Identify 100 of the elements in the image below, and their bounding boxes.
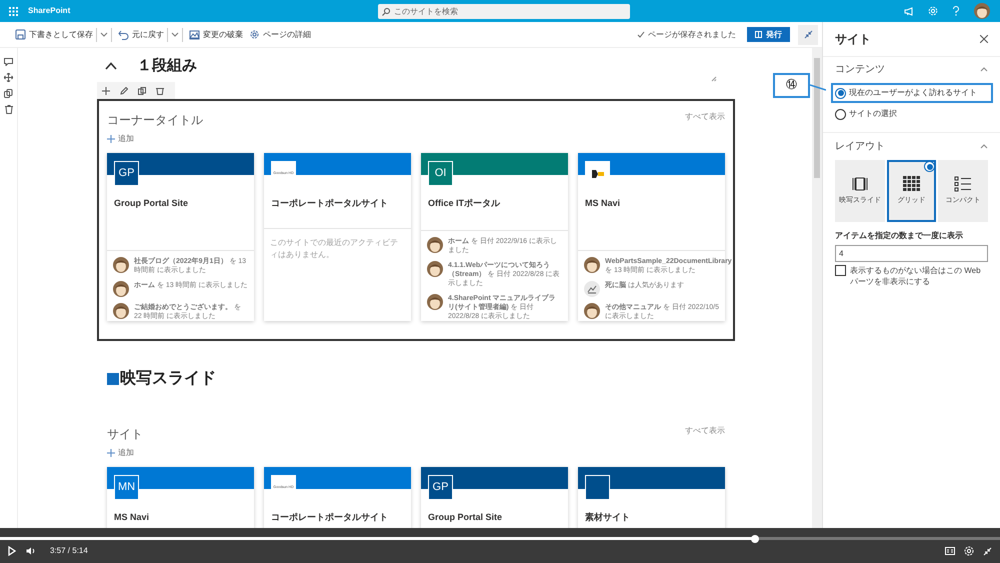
- avatar-icon: [427, 237, 443, 253]
- waffle-icon: [9, 6, 18, 16]
- dropdown-button[interactable]: [100, 32, 108, 38]
- progress-track[interactable]: [0, 537, 1000, 540]
- resize-handle[interactable]: [711, 76, 717, 82]
- close-icon: [980, 35, 988, 43]
- play-button[interactable]: [8, 546, 16, 556]
- check-icon: [637, 31, 645, 38]
- radio-label: 現在のユーザーがよく訪れるサイト: [849, 87, 977, 99]
- duplicate-button[interactable]: [138, 86, 146, 94]
- undo-icon: [118, 29, 129, 40]
- delete-button[interactable]: [156, 86, 164, 94]
- settings-icon: [249, 29, 260, 40]
- empty-activity-text: このサイトでの最近のアクティビティはありません。: [270, 237, 399, 261]
- settings-button[interactable]: [964, 546, 974, 556]
- delete-button[interactable]: [4, 105, 12, 114]
- app-launcher[interactable]: [9, 6, 18, 16]
- exit-fullscreen-button[interactable]: [983, 546, 992, 556]
- volume-button[interactable]: [26, 547, 36, 555]
- search-field[interactable]: このサイトを検索: [378, 4, 630, 19]
- checkbox[interactable]: [835, 265, 846, 276]
- command-button[interactable]: ページの詳細: [246, 28, 314, 40]
- see-all-link[interactable]: すべて表示: [685, 425, 725, 437]
- site-card[interactable]: MN MS Navi: [107, 467, 254, 528]
- save-status: ページが保存されました: [648, 28, 736, 40]
- image-icon: [189, 29, 200, 40]
- radio-option[interactable]: サイトの選択: [833, 106, 991, 122]
- site-name: Office ITポータル: [428, 198, 500, 208]
- time-display: 3:57 / 5:14: [50, 545, 88, 557]
- filmstrip-icon: [850, 176, 869, 192]
- collapse-icon: [804, 30, 812, 39]
- megaphone-icon: [904, 6, 914, 16]
- site-name: Group Portal Site: [428, 512, 502, 522]
- site-logo: GP: [114, 161, 139, 186]
- copy-icon: [4, 89, 13, 98]
- panel-title: サイト: [835, 31, 871, 48]
- dropdown-button[interactable]: [171, 32, 179, 38]
- radio-option[interactable]: 現在のユーザーがよく訪れるサイト: [833, 85, 991, 101]
- trending-icon: [584, 281, 600, 297]
- help-icon: [952, 6, 960, 16]
- collapse-button[interactable]: [798, 24, 818, 44]
- site-name: MS Navi: [114, 512, 150, 522]
- avatar-icon: [113, 257, 129, 273]
- radio-button[interactable]: [835, 88, 846, 98]
- publish-icon: [755, 31, 762, 38]
- callout-number: ⑭: [786, 78, 797, 94]
- megaphone-button[interactable]: [904, 6, 914, 16]
- settings-icon: [928, 6, 938, 16]
- volume-icon: [26, 547, 36, 555]
- scrollbar[interactable]: [812, 48, 822, 528]
- search-icon: [382, 8, 390, 16]
- chevron-down-icon: [171, 32, 179, 38]
- chevron-up-icon: [980, 67, 988, 72]
- add-link[interactable]: 追加: [118, 133, 134, 145]
- site-logo: GP: [428, 475, 453, 500]
- webpart-title: サイト: [107, 426, 143, 443]
- site-name: コーポレートポータルサイト: [271, 198, 388, 208]
- avatar-icon: [974, 3, 990, 19]
- site-card[interactable]: GP Group Portal Site: [421, 467, 568, 528]
- site-name: コーポレートポータルサイト: [271, 512, 388, 522]
- comment-button[interactable]: [4, 58, 13, 66]
- site-logo: OI: [428, 161, 453, 186]
- avatar-icon: [427, 294, 443, 310]
- settings-icon: [964, 546, 974, 556]
- profile-button[interactable]: [974, 3, 990, 19]
- captions-button[interactable]: [945, 547, 955, 555]
- site-name: Group Portal Site: [114, 198, 188, 208]
- grid-icon: [902, 176, 920, 192]
- see-all-link[interactable]: すべて表示: [685, 111, 725, 123]
- plus-icon: [107, 449, 115, 457]
- site-logo: [585, 475, 610, 500]
- command-button[interactable]: 変更の破棄: [186, 28, 246, 40]
- edit-button[interactable]: [120, 86, 128, 94]
- section-title: １段組み: [137, 56, 197, 76]
- captions-icon: [945, 547, 955, 555]
- publish-button[interactable]: 発行: [747, 27, 790, 42]
- logo-icon: [590, 168, 604, 178]
- copy-button[interactable]: [4, 89, 13, 98]
- trash-icon: [156, 86, 164, 94]
- checkbox-label: 表示するものがない場合はこの Web パーツを非表示にする: [850, 265, 982, 287]
- count-field[interactable]: 4: [835, 245, 988, 262]
- command-button[interactable]: 下書きとして保存: [12, 28, 96, 40]
- close-button[interactable]: [980, 35, 988, 43]
- radio-button[interactable]: [835, 108, 846, 120]
- collapse-section-button[interactable]: [105, 62, 117, 70]
- pencil-icon: [120, 86, 128, 94]
- app-name: SharePoint: [28, 5, 70, 17]
- site-card[interactable]: 素材サイト: [578, 467, 725, 528]
- command-button[interactable]: 元に戻す: [115, 28, 167, 40]
- avatar-icon: [113, 303, 129, 319]
- webpart-title: コーナータイトル: [107, 112, 203, 129]
- chevron-up-icon: [980, 144, 988, 149]
- avatar-icon: [427, 261, 443, 277]
- play-icon: [8, 546, 16, 556]
- add-link[interactable]: 追加: [118, 447, 134, 459]
- chevron-up-icon: [105, 62, 117, 70]
- chevron-down-icon: [100, 32, 108, 38]
- section-header: レイアウト: [835, 140, 885, 154]
- help-button[interactable]: [952, 6, 960, 16]
- avatar-icon: [584, 303, 600, 319]
